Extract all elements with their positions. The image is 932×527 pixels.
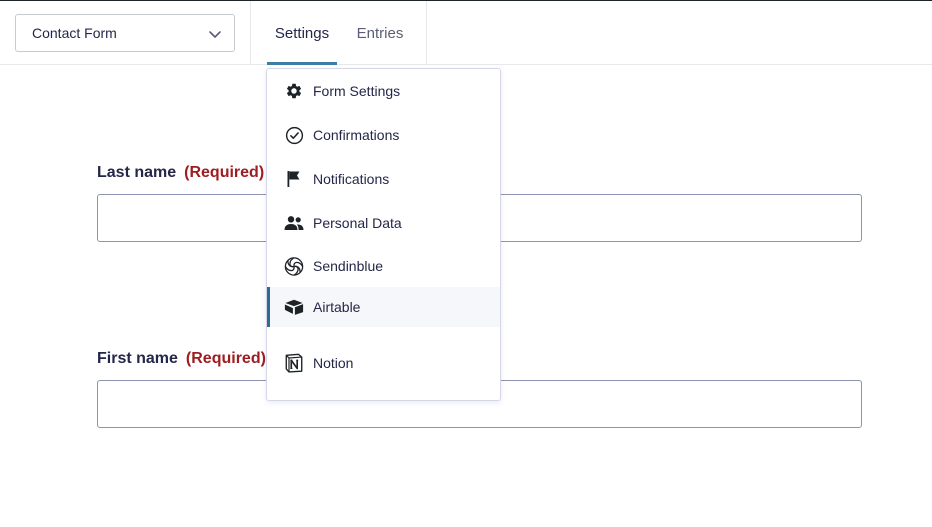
menu-item-notifications[interactable]: Notifications bbox=[267, 159, 500, 199]
check-circle-icon bbox=[284, 125, 304, 145]
form-header: Contact Form Settings Entries bbox=[0, 1, 932, 65]
menu-item-label: Airtable bbox=[313, 299, 361, 315]
last-name-label-text: Last name bbox=[97, 164, 177, 181]
tab-entries-label: Entries bbox=[356, 24, 404, 42]
users-icon bbox=[284, 213, 304, 233]
menu-item-label: Confirmations bbox=[313, 127, 400, 143]
settings-dropdown-menu: Form Settings Confirmations Notification… bbox=[266, 68, 501, 401]
chevron-down-icon bbox=[208, 27, 222, 41]
menu-item-confirmations[interactable]: Confirmations bbox=[267, 115, 500, 155]
menu-item-form-settings[interactable]: Form Settings bbox=[267, 71, 500, 111]
menu-item-label: Notifications bbox=[313, 171, 390, 187]
last-name-label: Last name (Required) bbox=[97, 164, 264, 182]
menu-item-airtable[interactable]: Airtable bbox=[267, 287, 500, 327]
menu-item-personal-data[interactable]: Personal Data bbox=[267, 203, 500, 243]
first-name-label: First name (Required) bbox=[97, 350, 266, 368]
required-indicator: (Required) bbox=[184, 164, 265, 181]
tab-entries[interactable]: Entries bbox=[345, 1, 415, 65]
tab-settings[interactable]: Settings bbox=[267, 1, 337, 65]
form-select[interactable]: Contact Form bbox=[15, 14, 235, 52]
header-divider bbox=[426, 1, 427, 65]
gear-icon bbox=[284, 81, 304, 101]
form-select-value: Contact Form bbox=[32, 25, 117, 41]
flag-icon bbox=[284, 169, 304, 189]
menu-item-label: Notion bbox=[313, 355, 354, 371]
menu-item-label: Form Settings bbox=[313, 83, 401, 99]
sendinblue-icon bbox=[284, 256, 304, 276]
required-indicator: (Required) bbox=[185, 350, 266, 367]
menu-item-label: Personal Data bbox=[313, 215, 402, 231]
header-divider bbox=[250, 1, 251, 65]
menu-item-label: Sendinblue bbox=[313, 258, 384, 274]
airtable-icon bbox=[284, 297, 304, 317]
menu-item-notion[interactable]: Notion bbox=[267, 343, 500, 383]
first-name-label-text: First name bbox=[97, 350, 178, 367]
menu-item-sendinblue[interactable]: Sendinblue bbox=[267, 246, 500, 286]
notion-icon bbox=[284, 353, 304, 373]
tab-settings-label: Settings bbox=[274, 24, 330, 42]
